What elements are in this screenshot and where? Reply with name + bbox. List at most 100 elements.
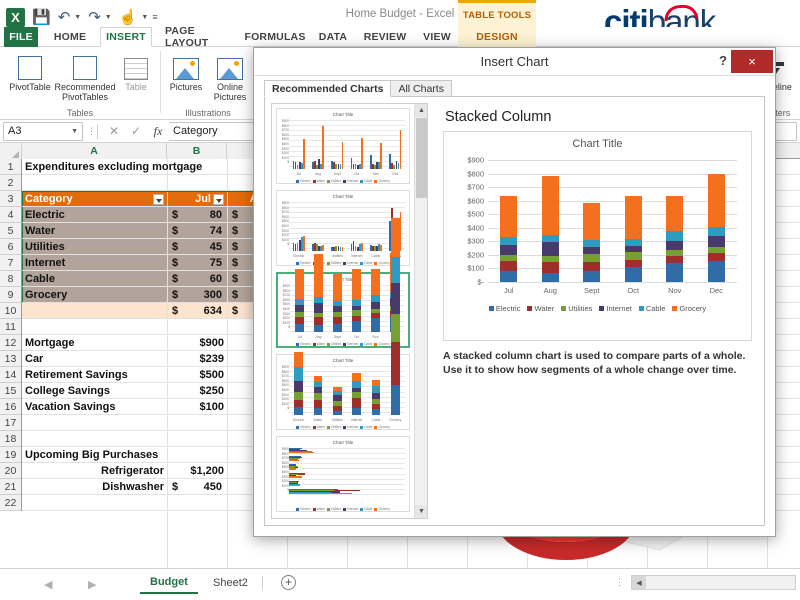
chart-thumbnail-list[interactable]: Chart Title $900 $800 $700 $600 $500 $400 $300 $… — [272, 104, 414, 518]
row-header-2[interactable]: 2 — [0, 175, 21, 191]
scrollbar-thumb[interactable]: ◀ — [632, 576, 646, 589]
cell-A16[interactable]: Vacation Savings — [22, 399, 167, 415]
column-header-b[interactable]: B — [167, 143, 227, 159]
cancel-icon[interactable]: ✕ — [103, 124, 125, 138]
help-icon[interactable]: ? — [719, 53, 727, 68]
row-header-17[interactable]: 17 — [0, 415, 21, 431]
pictures-button[interactable]: Pictures — [162, 50, 210, 92]
cell-B8[interactable]: $60 — [167, 271, 227, 287]
row-header-5[interactable]: 5 — [0, 223, 21, 239]
sheet-tab-budget[interactable]: Budget — [140, 572, 198, 594]
cell-A4[interactable]: Electric — [22, 207, 167, 223]
filter-dropdown-icon-B[interactable] — [167, 191, 227, 207]
column-header-a[interactable]: A — [22, 143, 167, 159]
cell-A6[interactable]: Utilities — [22, 239, 167, 255]
add-sheet-icon[interactable]: + — [281, 575, 296, 590]
next-sheet-icon[interactable]: ▶ — [88, 578, 96, 591]
cell-B15[interactable]: $250 — [167, 383, 227, 399]
cell-A21[interactable]: Dishwasher — [22, 479, 167, 495]
save-icon[interactable]: 💾 — [32, 10, 51, 25]
row-header-9[interactable]: 9 — [0, 287, 21, 303]
row-header-18[interactable]: 18 — [0, 431, 21, 447]
recommended-pivottables-button[interactable]: Recommended PivotTables — [54, 50, 116, 102]
scrollbar-handle[interactable]: ⋮ — [615, 578, 624, 587]
cell-A7[interactable]: Internet — [22, 255, 167, 271]
tab-recommended-charts[interactable]: Recommended Charts — [264, 80, 392, 97]
redo-dropdown-icon[interactable]: ▼ — [105, 14, 112, 21]
chart-thumbnail-1[interactable]: Chart Title $900 $800 $700 $600 $500 $400 $300 $… — [276, 108, 410, 184]
row-header-13[interactable]: 13 — [0, 351, 21, 367]
ribbon-tab-review[interactable]: REVIEW — [358, 27, 412, 47]
ribbon-tab-home[interactable]: HOME — [46, 27, 94, 47]
touch-mode-icon[interactable]: ☝ — [119, 10, 138, 25]
cell-A8[interactable]: Cable — [22, 271, 167, 287]
cell-B9[interactable]: $300 — [167, 287, 227, 303]
row-header-7[interactable]: 7 — [0, 255, 21, 271]
table-button[interactable]: Table — [114, 50, 158, 92]
online-pictures-button[interactable]: Online Pictures — [206, 50, 254, 102]
tab-all-charts[interactable]: All Charts — [390, 80, 452, 97]
chart-thumbnail-5[interactable]: Chart Title $900 $800 $700 $600 $500 $400 $300 $… — [276, 436, 410, 512]
confirm-icon[interactable]: ✓ — [125, 124, 147, 138]
row-header-6[interactable]: 6 — [0, 239, 21, 255]
cell-A5[interactable]: Water — [22, 223, 167, 239]
undo-icon[interactable]: ↶ — [58, 10, 71, 25]
close-icon[interactable]: × — [731, 50, 773, 73]
name-box-chevron-down-icon[interactable]: ▼ — [71, 128, 78, 135]
cell-A1[interactable]: Expenditures excluding mortgage — [22, 159, 202, 175]
cell-A19[interactable]: Upcoming Big Purchases — [22, 447, 167, 463]
cell-A13[interactable]: Car — [22, 351, 167, 367]
cell-B20[interactable]: $1,200 — [167, 463, 227, 479]
row-header-22[interactable]: 22 — [0, 495, 21, 511]
cell-B21[interactable]: $450 — [167, 479, 227, 495]
chart-thumbnail-pane[interactable]: Chart Title $900 $800 $700 $600 $500 $400 $300 $… — [271, 103, 428, 519]
row-header-1[interactable]: 1 — [0, 159, 21, 175]
row-header-12[interactable]: 12 — [0, 335, 21, 351]
cell-B6[interactable]: $45 — [167, 239, 227, 255]
row-header-20[interactable]: 20 — [0, 463, 21, 479]
ribbon-tab-data[interactable]: DATA — [312, 27, 354, 47]
pivottable-button[interactable]: PivotTable — [2, 50, 58, 92]
cell-A15[interactable]: College Savings — [22, 383, 167, 399]
row-header-11[interactable]: 11 — [0, 319, 21, 335]
scroll-down-icon[interactable]: ▼ — [415, 505, 427, 518]
row-header-15[interactable]: 15 — [0, 383, 21, 399]
redo-icon[interactable]: ↷ — [88, 10, 101, 25]
row-header-8[interactable]: 8 — [0, 271, 21, 287]
filter-dropdown-icon-A[interactable] — [22, 191, 167, 207]
ribbon-tab-design[interactable]: DESIGN — [458, 27, 536, 47]
cell-B16[interactable]: $100 — [167, 399, 227, 415]
cell-A20[interactable]: Refrigerator — [22, 463, 167, 479]
cell-B4[interactable]: $80 — [167, 207, 227, 223]
horizontal-scrollbar[interactable]: ◀ — [631, 575, 796, 590]
prev-sheet-icon[interactable]: ◀ — [44, 578, 52, 591]
customize-toolbar-icon[interactable]: ≡ — [152, 12, 157, 22]
row-header-16[interactable]: 16 — [0, 399, 21, 415]
chart-thumbnail-4[interactable]: Chart Title $900 $800 $700 $600 $500 $400 $300 $… — [276, 217, 410, 430]
row-header-3[interactable]: 3 — [0, 191, 21, 207]
fx-icon[interactable]: fx — [147, 124, 169, 139]
scroll-up-icon[interactable]: ▲ — [415, 104, 427, 117]
undo-dropdown-icon[interactable]: ▼ — [74, 14, 81, 21]
row-header-14[interactable]: 14 — [0, 367, 21, 383]
thumbnail-scrollbar[interactable]: ▲ ▼ — [414, 104, 427, 518]
cell-A12[interactable]: Mortgage — [22, 335, 167, 351]
name-box[interactable]: A3 ▼ — [3, 121, 83, 141]
ribbon-tab-formulas[interactable]: FORMULAS — [242, 27, 308, 47]
row-header-10[interactable]: 10 — [0, 303, 21, 319]
chart-thumbnail-3[interactable]: Chart Title $900 $800 $700 $600 $500 $400 $300 $… — [276, 252, 410, 348]
cell-B10[interactable]: $634 — [167, 303, 227, 319]
ribbon-tab-view[interactable]: VIEW — [416, 27, 458, 47]
sheet-tab-sheet2[interactable]: Sheet2 — [203, 572, 258, 594]
cell-B5[interactable]: $74 — [167, 223, 227, 239]
row-header-4[interactable]: 4 — [0, 207, 21, 223]
insert-chart-dialog[interactable]: Insert Chart ? × Recommended Charts All … — [253, 47, 776, 537]
cell-A9[interactable]: Grocery — [22, 287, 167, 303]
formula-bar-handle[interactable]: ⋮ — [87, 127, 96, 136]
cell-A14[interactable]: Retirement Savings — [22, 367, 167, 383]
cell-B14[interactable]: $500 — [167, 367, 227, 383]
row-header-21[interactable]: 21 — [0, 479, 21, 495]
touch-dropdown-icon[interactable]: ▼ — [141, 14, 148, 21]
ribbon-tab-page-layout[interactable]: PAGE LAYOUT — [158, 25, 238, 49]
thumbnail-scrollbar-thumb[interactable] — [416, 118, 427, 198]
